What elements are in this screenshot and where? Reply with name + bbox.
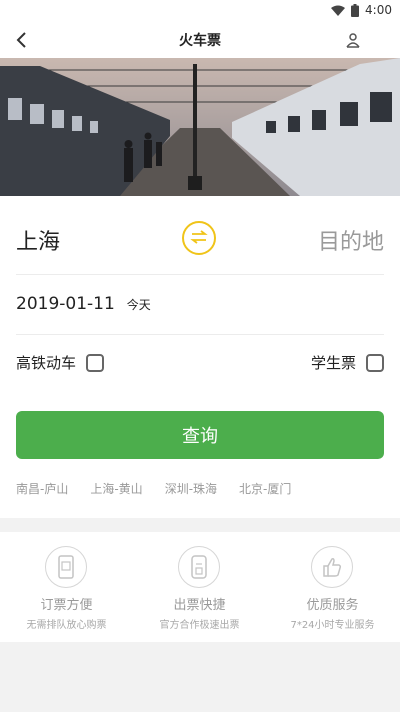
option-student-label: 学生票	[310, 354, 356, 372]
battery-icon	[351, 3, 360, 17]
swap-arrows-icon	[190, 229, 208, 248]
feature-item: 订票方便 无需排队放心购票	[0, 532, 133, 642]
feature-item: 优质服务 7*24小时专业服务	[266, 532, 399, 642]
feature-list: 订票方便 无需排队放心购票 出票快捷 官方合作极速出票 优质服务 7*24小时专…	[0, 532, 400, 642]
option-student[interactable]: 学生票	[311, 352, 384, 373]
history-item[interactable]: 深圳-珠海	[165, 480, 217, 497]
wifi-icon	[331, 5, 346, 16]
status-time: 4:00	[365, 3, 392, 17]
history-item[interactable]: 北京-厦门	[239, 480, 291, 497]
feature-subtitle: 无需排队放心购票	[26, 620, 107, 631]
date-hint: 今天	[126, 298, 151, 312]
date-value: 2019-01-11	[16, 294, 115, 314]
divider	[16, 334, 384, 335]
feature-subtitle: 官方合作极速出票	[159, 620, 240, 631]
user-location-icon[interactable]	[342, 29, 364, 51]
student-checkbox[interactable]	[366, 353, 384, 372]
feature-subtitle: 7*24小时专业服务	[290, 620, 375, 631]
nav-bar: 火车票	[0, 22, 400, 58]
history-item[interactable]: 上海-黄山	[90, 480, 142, 497]
phone-ticket-icon	[45, 546, 87, 588]
page-title: 火车票	[179, 33, 221, 49]
status-bar: 4:00	[0, 0, 400, 22]
ticket-icon	[178, 546, 220, 588]
date-picker[interactable]: 2019-01-11 今天	[16, 294, 151, 314]
option-highspeed[interactable]: 高铁动车	[16, 352, 105, 373]
feature-title: 优质服务	[306, 598, 359, 613]
feature-title: 出票快捷	[173, 598, 226, 613]
feature-item: 出票快捷 官方合作极速出票	[133, 532, 266, 642]
divider	[16, 274, 384, 275]
option-highspeed-label: 高铁动车	[16, 354, 77, 372]
search-button[interactable]: 查询	[16, 411, 384, 459]
from-city[interactable]: 上海	[16, 224, 60, 256]
banner-image	[0, 58, 400, 196]
feature-title: 订票方便	[40, 598, 93, 613]
status-icons: 4:00	[331, 3, 392, 17]
to-city[interactable]: 目的地	[318, 224, 384, 256]
booking-form: 上海 目的地 2019-01-11 今天 高铁动车 学生票 查询 南昌-庐山 上…	[0, 196, 400, 518]
history-item[interactable]: 南昌-庐山	[16, 480, 68, 497]
search-history: 南昌-庐山 上海-黄山 深圳-珠海 北京-厦门	[16, 480, 291, 497]
swap-cities-button[interactable]	[182, 221, 216, 255]
highspeed-checkbox[interactable]	[86, 353, 105, 372]
thumbs-up-icon	[311, 546, 353, 588]
